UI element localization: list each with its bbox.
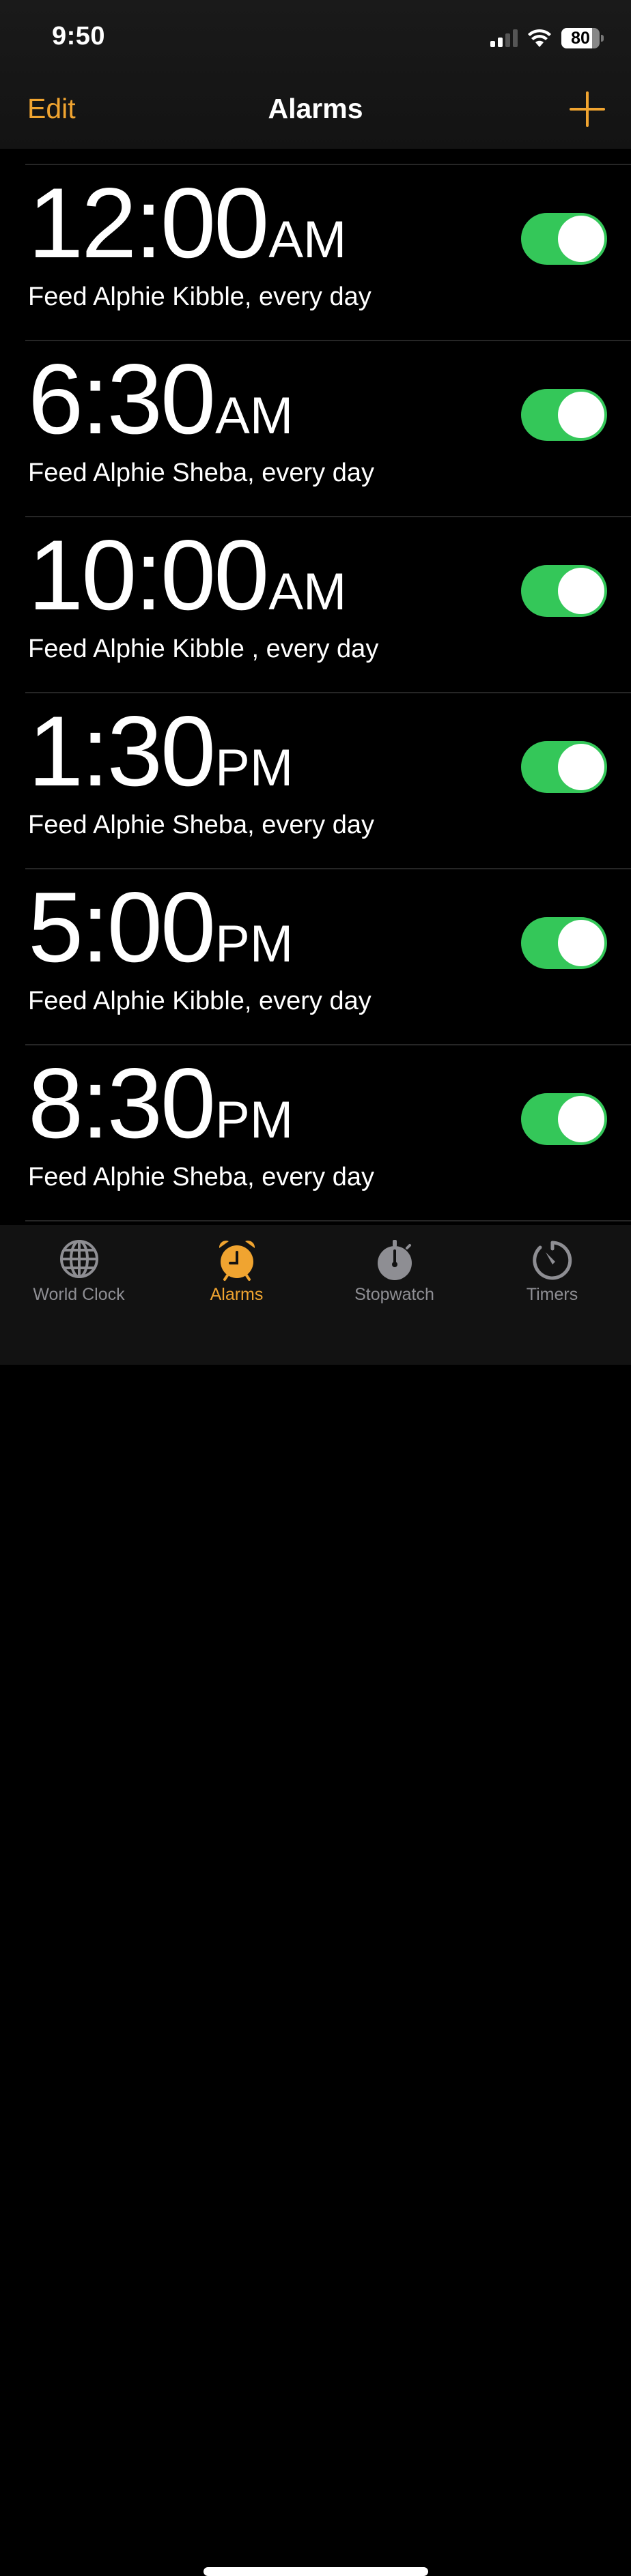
alarm-label: Feed Alphie Sheba, every day: [28, 459, 375, 487]
alarm-time: 12:00AM: [28, 173, 346, 273]
wifi-icon: [528, 29, 551, 47]
toggle-knob: [558, 392, 604, 438]
alarm-toggle[interactable]: [521, 917, 607, 969]
alarm-toggle[interactable]: [521, 1093, 607, 1145]
battery-percent: 80: [571, 29, 590, 48]
alarm-period: PM: [215, 739, 294, 797]
alarm-list: 12:00AM Feed Alphie Kibble, every day 6:…: [0, 164, 631, 1221]
toggle-knob: [558, 744, 604, 790]
alarm-time-value: 6:30: [28, 343, 216, 454]
plus-icon: [570, 91, 605, 127]
toggle-knob: [558, 920, 604, 966]
alarm-time: 1:30PM: [28, 701, 293, 801]
alarm-time: 6:30AM: [28, 349, 293, 449]
alarm-time-value: 12:00: [28, 167, 269, 278]
alarm-row[interactable]: 10:00AM Feed Alphie Kibble , every day: [25, 516, 631, 692]
tab-alarms[interactable]: Alarms: [158, 1225, 316, 1320]
tab-timers[interactable]: Timers: [473, 1225, 631, 1320]
alarm-period: AM: [268, 563, 347, 621]
signal-bar: [505, 33, 510, 47]
tab-world-clock[interactable]: World Clock: [0, 1225, 158, 1320]
alarm-row[interactable]: 1:30PM Feed Alphie Sheba, every day: [25, 692, 631, 868]
alarm-period: PM: [215, 915, 294, 973]
alarm-label: Feed Alphie Kibble, every day: [28, 283, 371, 311]
alarm-label: Feed Alphie Kibble , every day: [28, 635, 379, 663]
alarm-toggle[interactable]: [521, 389, 607, 441]
signal-bar: [513, 29, 518, 47]
globe-icon: [59, 1240, 98, 1278]
battery-icon: 80: [561, 28, 600, 48]
tab-bar: World Clock Alarms Stopwatch Timers: [0, 1225, 631, 2576]
timer-icon: [532, 1241, 572, 1280]
alarm-row[interactable]: 5:00PM Feed Alphie Kibble, every day: [25, 868, 631, 1044]
tab-stopwatch[interactable]: Stopwatch: [316, 1225, 473, 1320]
alarm-time: 8:30PM: [28, 1054, 293, 1153]
alarm-clock-icon: [219, 1241, 255, 1281]
home-indicator[interactable]: [204, 2567, 428, 2576]
alarm-label: Feed Alphie Kibble, every day: [28, 987, 371, 1015]
toggle-knob: [558, 1096, 604, 1142]
toggle-knob: [558, 568, 604, 614]
alarm-row[interactable]: 12:00AM Feed Alphie Kibble, every day: [25, 164, 631, 340]
alarm-time: 10:00AM: [28, 525, 346, 625]
battery-tip: [601, 35, 604, 42]
alarm-toggle[interactable]: [521, 741, 607, 793]
header: 9:50 80 Alarms Edit: [0, 0, 631, 149]
tab-label: World Clock: [33, 1285, 125, 1304]
alarm-time-value: 10:00: [28, 519, 269, 631]
alarm-time: 5:00PM: [28, 878, 293, 977]
alarm-row[interactable]: 8:30PM Feed Alphie Sheba, every day: [25, 1044, 631, 1221]
status-time: 9:50: [52, 22, 106, 50]
alarm-period: AM: [268, 211, 347, 269]
alarm-time-value: 5:00: [28, 871, 216, 983]
tab-label: Stopwatch: [354, 1285, 434, 1304]
edit-button[interactable]: Edit: [27, 93, 76, 125]
toggle-knob: [558, 216, 604, 262]
signal-icon: [490, 29, 518, 47]
alarm-period: PM: [215, 1091, 294, 1149]
status-icons: 80: [490, 27, 604, 49]
tab-label: Alarms: [210, 1285, 264, 1304]
signal-bar: [498, 38, 503, 47]
alarm-toggle[interactable]: [521, 565, 607, 617]
alarm-toggle[interactable]: [521, 213, 607, 265]
add-alarm-button[interactable]: [568, 90, 606, 128]
alarm-period: AM: [215, 387, 294, 445]
signal-bar: [490, 41, 495, 47]
tab-label: Timers: [526, 1285, 578, 1304]
alarm-time-value: 8:30: [28, 1047, 216, 1159]
alarm-label: Feed Alphie Sheba, every day: [28, 1163, 375, 1191]
alarm-row[interactable]: 6:30AM Feed Alphie Sheba, every day: [25, 340, 631, 516]
alarm-time-value: 1:30: [28, 695, 216, 807]
alarm-label: Feed Alphie Sheba, every day: [28, 811, 375, 839]
stopwatch-icon: [377, 1240, 412, 1280]
page-title: Alarms: [268, 93, 363, 124]
